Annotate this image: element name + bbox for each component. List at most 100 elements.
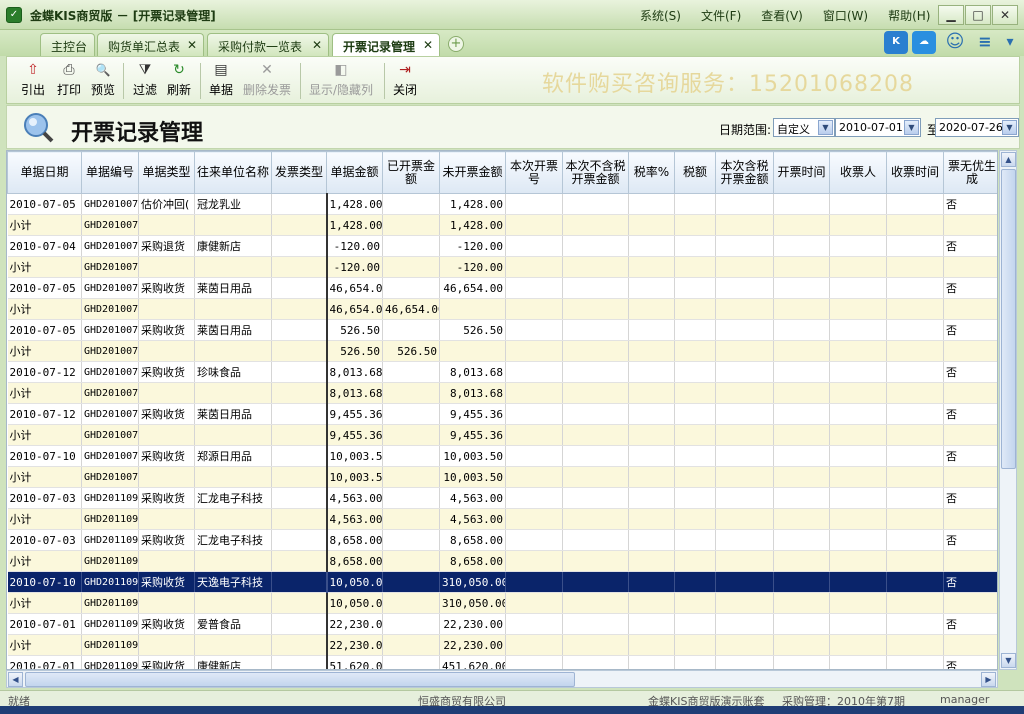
date-to-picker[interactable]: 2020-07-26 ▼ — [935, 118, 1019, 137]
column-header[interactable]: 单据金额 — [327, 152, 383, 194]
scroll-thumb[interactable] — [25, 672, 575, 687]
table-cell — [774, 362, 830, 383]
document-button[interactable]: ▤ 单据 — [199, 61, 243, 101]
menu-window[interactable]: 窗口(W) — [823, 7, 868, 24]
close-icon[interactable]: ✕ — [312, 38, 322, 52]
chevron-down-icon[interactable]: ▼ — [904, 120, 919, 135]
column-header[interactable]: 税额 — [675, 152, 716, 194]
subtotal-row[interactable]: 小计GHD201007(526.50526.50 — [8, 341, 999, 362]
table-cell — [944, 299, 999, 320]
table-row[interactable]: 2010-07-01GHD201109(采购收货爱普食品22,230.0022,… — [8, 614, 999, 635]
column-header[interactable]: 税率% — [629, 152, 675, 194]
message-icon[interactable]: ≡ — [973, 31, 997, 54]
subtotal-row[interactable]: 小计GHD201007(9,455.369,455.36 — [8, 425, 999, 446]
kis-icon[interactable]: K — [884, 31, 908, 54]
table-row[interactable]: 2010-07-10GHD201109(采购收货天逸电子科技10,050.003… — [8, 572, 999, 593]
column-header[interactable]: 收票人 — [830, 152, 887, 194]
close-icon[interactable]: ✕ — [187, 38, 197, 52]
scroll-up-icon[interactable]: ▲ — [1001, 152, 1016, 167]
column-header[interactable]: 本次开票号 — [506, 152, 563, 194]
table-cell: 2010-07-10 — [8, 446, 82, 467]
minimize-button[interactable]: ▁ — [938, 5, 964, 25]
tab-payment-list[interactable]: 采购付款一览表 ✕ — [207, 33, 329, 56]
column-header[interactable]: 票无优生成 — [944, 152, 999, 194]
column-header[interactable]: 单据编号 — [82, 152, 139, 194]
toggle-columns-button[interactable]: ◧ 显示/隐藏列 — [305, 61, 377, 101]
cloud-icon[interactable]: ☁ — [912, 31, 936, 54]
table-cell — [675, 467, 716, 488]
close-window-button[interactable]: ✕ — [992, 5, 1018, 25]
tab-dashboard[interactable]: 主控台 — [40, 33, 95, 56]
scroll-down-icon[interactable]: ▼ — [1001, 653, 1016, 668]
app-logo-icon: ✓ — [6, 7, 22, 23]
subtotal-row[interactable]: 小计GHD201007(1,428.001,428.00 — [8, 215, 999, 236]
chevron-down-icon[interactable]: ▼ — [1002, 120, 1017, 135]
column-header[interactable]: 发票类型 — [272, 152, 327, 194]
subtotal-row[interactable]: 小计GHD201109(4,563.004,563.00 — [8, 509, 999, 530]
menu-system[interactable]: 系统(S) — [640, 7, 681, 24]
refresh-button[interactable]: ↻ 刷新 — [157, 61, 201, 101]
tab-invoice-records[interactable]: 开票记录管理 ✕ — [332, 33, 440, 56]
scroll-right-icon[interactable]: ▶ — [981, 672, 996, 687]
scroll-thumb[interactable] — [1001, 169, 1016, 469]
table-row[interactable]: 2010-07-10GHD201007(采购收货郑源日用品10,003.5010… — [8, 446, 999, 467]
column-header[interactable]: 单据日期 — [8, 152, 82, 194]
table-row[interactable]: 2010-07-04GHD201007(采购退货康健新店-120.00-120.… — [8, 236, 999, 257]
smile-icon[interactable]: ☺ — [943, 31, 967, 54]
column-header[interactable]: 本次不含税开票金额 — [563, 152, 629, 194]
preview-button[interactable]: 🔍 预览 — [81, 61, 125, 101]
table-row[interactable]: 2010-07-03GHD201109(采购收货汇龙电子科技8,658.008,… — [8, 530, 999, 551]
table-row[interactable]: 2010-07-05GHD201007(估价冲回(冠龙乳业1,428.001,4… — [8, 194, 999, 215]
menu-file[interactable]: 文件(F) — [701, 7, 741, 24]
subtotal-row[interactable]: 小计GHD201007(46,654.0046,654.00 — [8, 299, 999, 320]
table-row[interactable]: 2010-07-05GHD201007(采购收货莱茵日用品46,654.0046… — [8, 278, 999, 299]
column-header[interactable]: 已开票金额 — [383, 152, 440, 194]
table-cell: 采购收货 — [139, 530, 195, 551]
subtotal-row[interactable]: 小计GHD201109(10,050.00310,050.00 — [8, 593, 999, 614]
column-header[interactable]: 单据类型 — [139, 152, 195, 194]
add-tab-icon[interactable]: + — [448, 36, 464, 52]
table-cell: 2010-07-03 — [8, 530, 82, 551]
table-cell — [563, 320, 629, 341]
range-mode-select[interactable]: 自定义 ▼ — [773, 118, 835, 137]
chevron-down-icon[interactable]: ▼ — [818, 120, 833, 135]
table-row[interactable]: 2010-07-12GHD201007(采购收货莱茵日用品9,455.369,4… — [8, 404, 999, 425]
table-cell — [139, 215, 195, 236]
date-from-picker[interactable]: 2010-07-01 ▼ — [835, 118, 921, 137]
horizontal-scrollbar[interactable]: ◀ ▶ — [6, 670, 998, 688]
table-cell: 8,658.00 — [327, 551, 383, 572]
table-cell: GHD201007( — [82, 425, 139, 446]
delete-invoice-button[interactable]: ✕ 删除发票 — [239, 61, 295, 101]
table-row[interactable]: 2010-07-01GHD201109(采购收货康健新店51,620.00451… — [8, 656, 999, 671]
table-cell — [774, 215, 830, 236]
refresh-label: 刷新 — [157, 81, 201, 98]
subtotal-row[interactable]: 小计GHD201109(8,658.008,658.00 — [8, 551, 999, 572]
subtotal-row[interactable]: 小计GHD201007(-120.00-120.00 — [8, 257, 999, 278]
tab-purchase-summary[interactable]: 购货单汇总表 ✕ — [97, 33, 204, 56]
table-row[interactable]: 2010-07-05GHD201007(采购收货莱茵日用品526.50526.5… — [8, 320, 999, 341]
table-cell — [383, 278, 440, 299]
table-cell: 估价冲回( — [139, 194, 195, 215]
scroll-left-icon[interactable]: ◀ — [8, 672, 23, 687]
restore-button[interactable]: □ — [965, 5, 991, 25]
chevron-down-icon[interactable]: ▾ — [1001, 31, 1019, 54]
table-cell: 小计 — [8, 215, 82, 236]
table-row[interactable]: 2010-07-12GHD201007(采购收货珍味食品8,013.688,01… — [8, 362, 999, 383]
columns-icon: ◧ — [332, 61, 350, 79]
subtotal-row[interactable]: 小计GHD201007(10,003.5010,003.50 — [8, 467, 999, 488]
column-header[interactable]: 本次含税开票金额 — [716, 152, 774, 194]
column-header[interactable]: 未开票金额 — [440, 152, 506, 194]
column-header[interactable]: 往来单位名称 — [195, 152, 272, 194]
close-icon[interactable]: ✕ — [423, 38, 433, 52]
column-header[interactable]: 收票时间 — [887, 152, 944, 194]
column-header[interactable]: 开票时间 — [774, 152, 830, 194]
close-button[interactable]: ⇥ 关闭 — [383, 61, 427, 101]
table-row[interactable]: 2010-07-03GHD201109(采购收货汇龙电子科技4,563.004,… — [8, 488, 999, 509]
subtotal-row[interactable]: 小计GHD201007(8,013.688,013.68 — [8, 383, 999, 404]
table-cell — [506, 488, 563, 509]
table-cell: 2010-07-05 — [8, 194, 82, 215]
subtotal-row[interactable]: 小计GHD201109(22,230.0022,230.00 — [8, 635, 999, 656]
menu-view[interactable]: 查看(V) — [761, 7, 803, 24]
vertical-scrollbar[interactable]: ▲ ▼ — [999, 150, 1017, 670]
menu-help[interactable]: 帮助(H) — [888, 7, 930, 24]
